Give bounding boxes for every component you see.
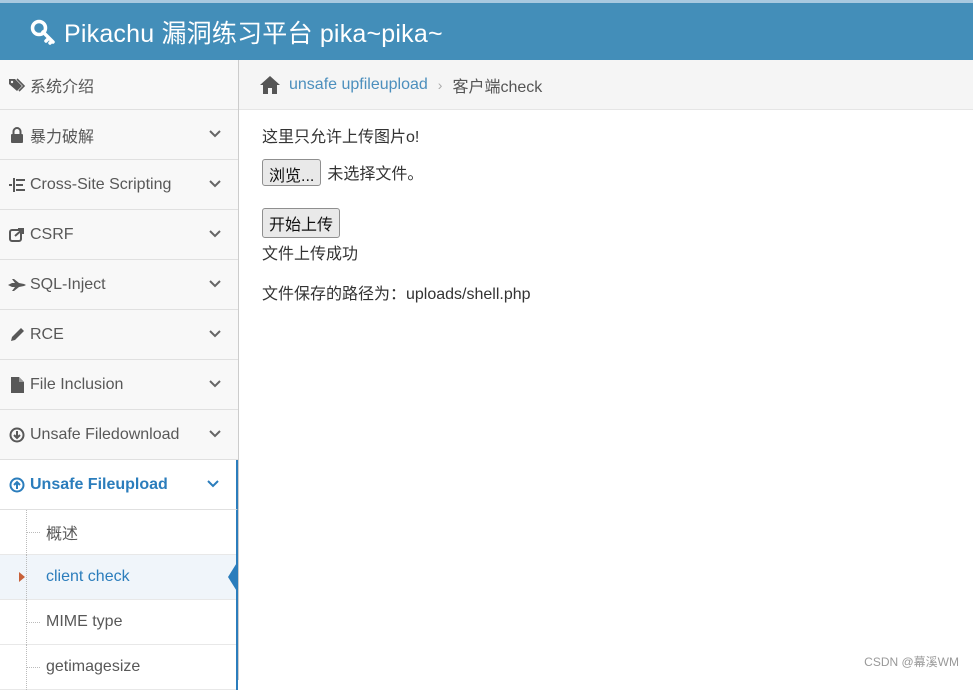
chevron-down-icon	[208, 227, 222, 241]
sidebar-item-csrf[interactable]: CSRF	[0, 210, 238, 260]
top-navbar: Pikachu 漏洞练习平台 pika~pika~	[0, 0, 973, 60]
home-icon[interactable]	[259, 75, 281, 95]
sidebar-item-label: 系统介绍	[30, 73, 94, 97]
file-input[interactable]: 浏览... 未选择文件。	[262, 159, 531, 185]
sidebar-item-rce[interactable]: RCE	[0, 310, 238, 360]
sidebar: 系统介绍 暴力破解 Cross-Site Scripting CSRF SQL-…	[0, 60, 239, 680]
breadcrumb: unsafe upfileupload › 客户端check	[239, 60, 973, 110]
upload-result: 文件上传成功	[262, 240, 531, 264]
download-icon	[8, 426, 26, 444]
chevron-down-icon	[208, 327, 222, 341]
chevron-down-icon	[208, 127, 222, 141]
tags-icon	[8, 76, 26, 94]
sidebar-item-intro[interactable]: 系统介绍	[0, 60, 238, 110]
sidebar-item-label: 暴力破解	[30, 123, 94, 147]
sidebar-item-sqli[interactable]: SQL-Inject	[0, 260, 238, 310]
key-icon	[30, 19, 56, 45]
chevron-down-icon	[208, 177, 222, 191]
submenu-item-getimagesize[interactable]: getimagesize	[0, 645, 236, 690]
submenu-item-overview[interactable]: 概述	[0, 510, 236, 555]
submenu-item-mime-type[interactable]: MIME type	[0, 600, 236, 645]
watermark: CSDN @幕溪WM	[864, 653, 959, 670]
sidebar-item-xss[interactable]: Cross-Site Scripting	[0, 160, 238, 210]
submenu-item-label: client check	[46, 568, 130, 586]
breadcrumb-current: 客户端check	[452, 73, 542, 97]
sidebar-item-label: Unsafe Filedownload	[30, 426, 179, 444]
app-title: Pikachu 漏洞练习平台 pika~pika~	[64, 14, 443, 50]
upload-icon	[8, 476, 26, 494]
caret-right-icon	[19, 572, 25, 582]
chevron-down-icon	[206, 477, 220, 491]
sidebar-item-fileupload[interactable]: Unsafe Fileupload	[0, 460, 238, 510]
sidebar-item-file-inclusion[interactable]: File Inclusion	[0, 360, 238, 410]
sidebar-item-label: CSRF	[30, 226, 74, 244]
chevron-down-icon	[208, 377, 222, 391]
lock-icon	[8, 126, 26, 144]
upload-path: 文件保存的路径为：uploads/shell.php	[262, 280, 531, 304]
submenu-item-label: getimagesize	[46, 658, 140, 676]
submenu-item-label: MIME type	[46, 613, 122, 631]
submenu-item-label: 概述	[46, 520, 78, 544]
chevron-right-icon: ›	[438, 77, 443, 93]
sidebar-item-label: Cross-Site Scripting	[30, 176, 171, 194]
active-pointer-icon	[228, 561, 238, 593]
fileupload-submenu: 概述 client check MIME type getimagesize	[0, 510, 238, 690]
submenu-item-client-check[interactable]: client check	[0, 555, 236, 600]
chevron-down-icon	[208, 277, 222, 291]
share-icon	[8, 226, 26, 244]
sidebar-item-label: SQL-Inject	[30, 276, 106, 294]
upload-notice: 这里只允许上传图片o!	[262, 123, 531, 145]
fighter-jet-icon	[8, 276, 26, 294]
pencil-icon	[8, 326, 26, 344]
breadcrumb-link[interactable]: unsafe upfileupload	[289, 76, 428, 94]
file-icon	[8, 376, 26, 394]
sidebar-item-label: Unsafe Fileupload	[30, 476, 168, 494]
list-icon	[8, 176, 26, 194]
sidebar-item-label: File Inclusion	[30, 376, 123, 394]
sidebar-item-bruteforce[interactable]: 暴力破解	[0, 110, 238, 160]
browse-button[interactable]: 浏览...	[262, 159, 321, 186]
sidebar-item-label: RCE	[30, 326, 64, 344]
chevron-down-icon	[208, 427, 222, 441]
file-status: 未选择文件。	[327, 160, 423, 184]
main-content: 这里只允许上传图片o! 浏览... 未选择文件。 开始上传 文件上传成功 文件保…	[262, 123, 531, 304]
upload-button[interactable]: 开始上传	[262, 208, 340, 238]
sidebar-item-filedownload[interactable]: Unsafe Filedownload	[0, 410, 238, 460]
